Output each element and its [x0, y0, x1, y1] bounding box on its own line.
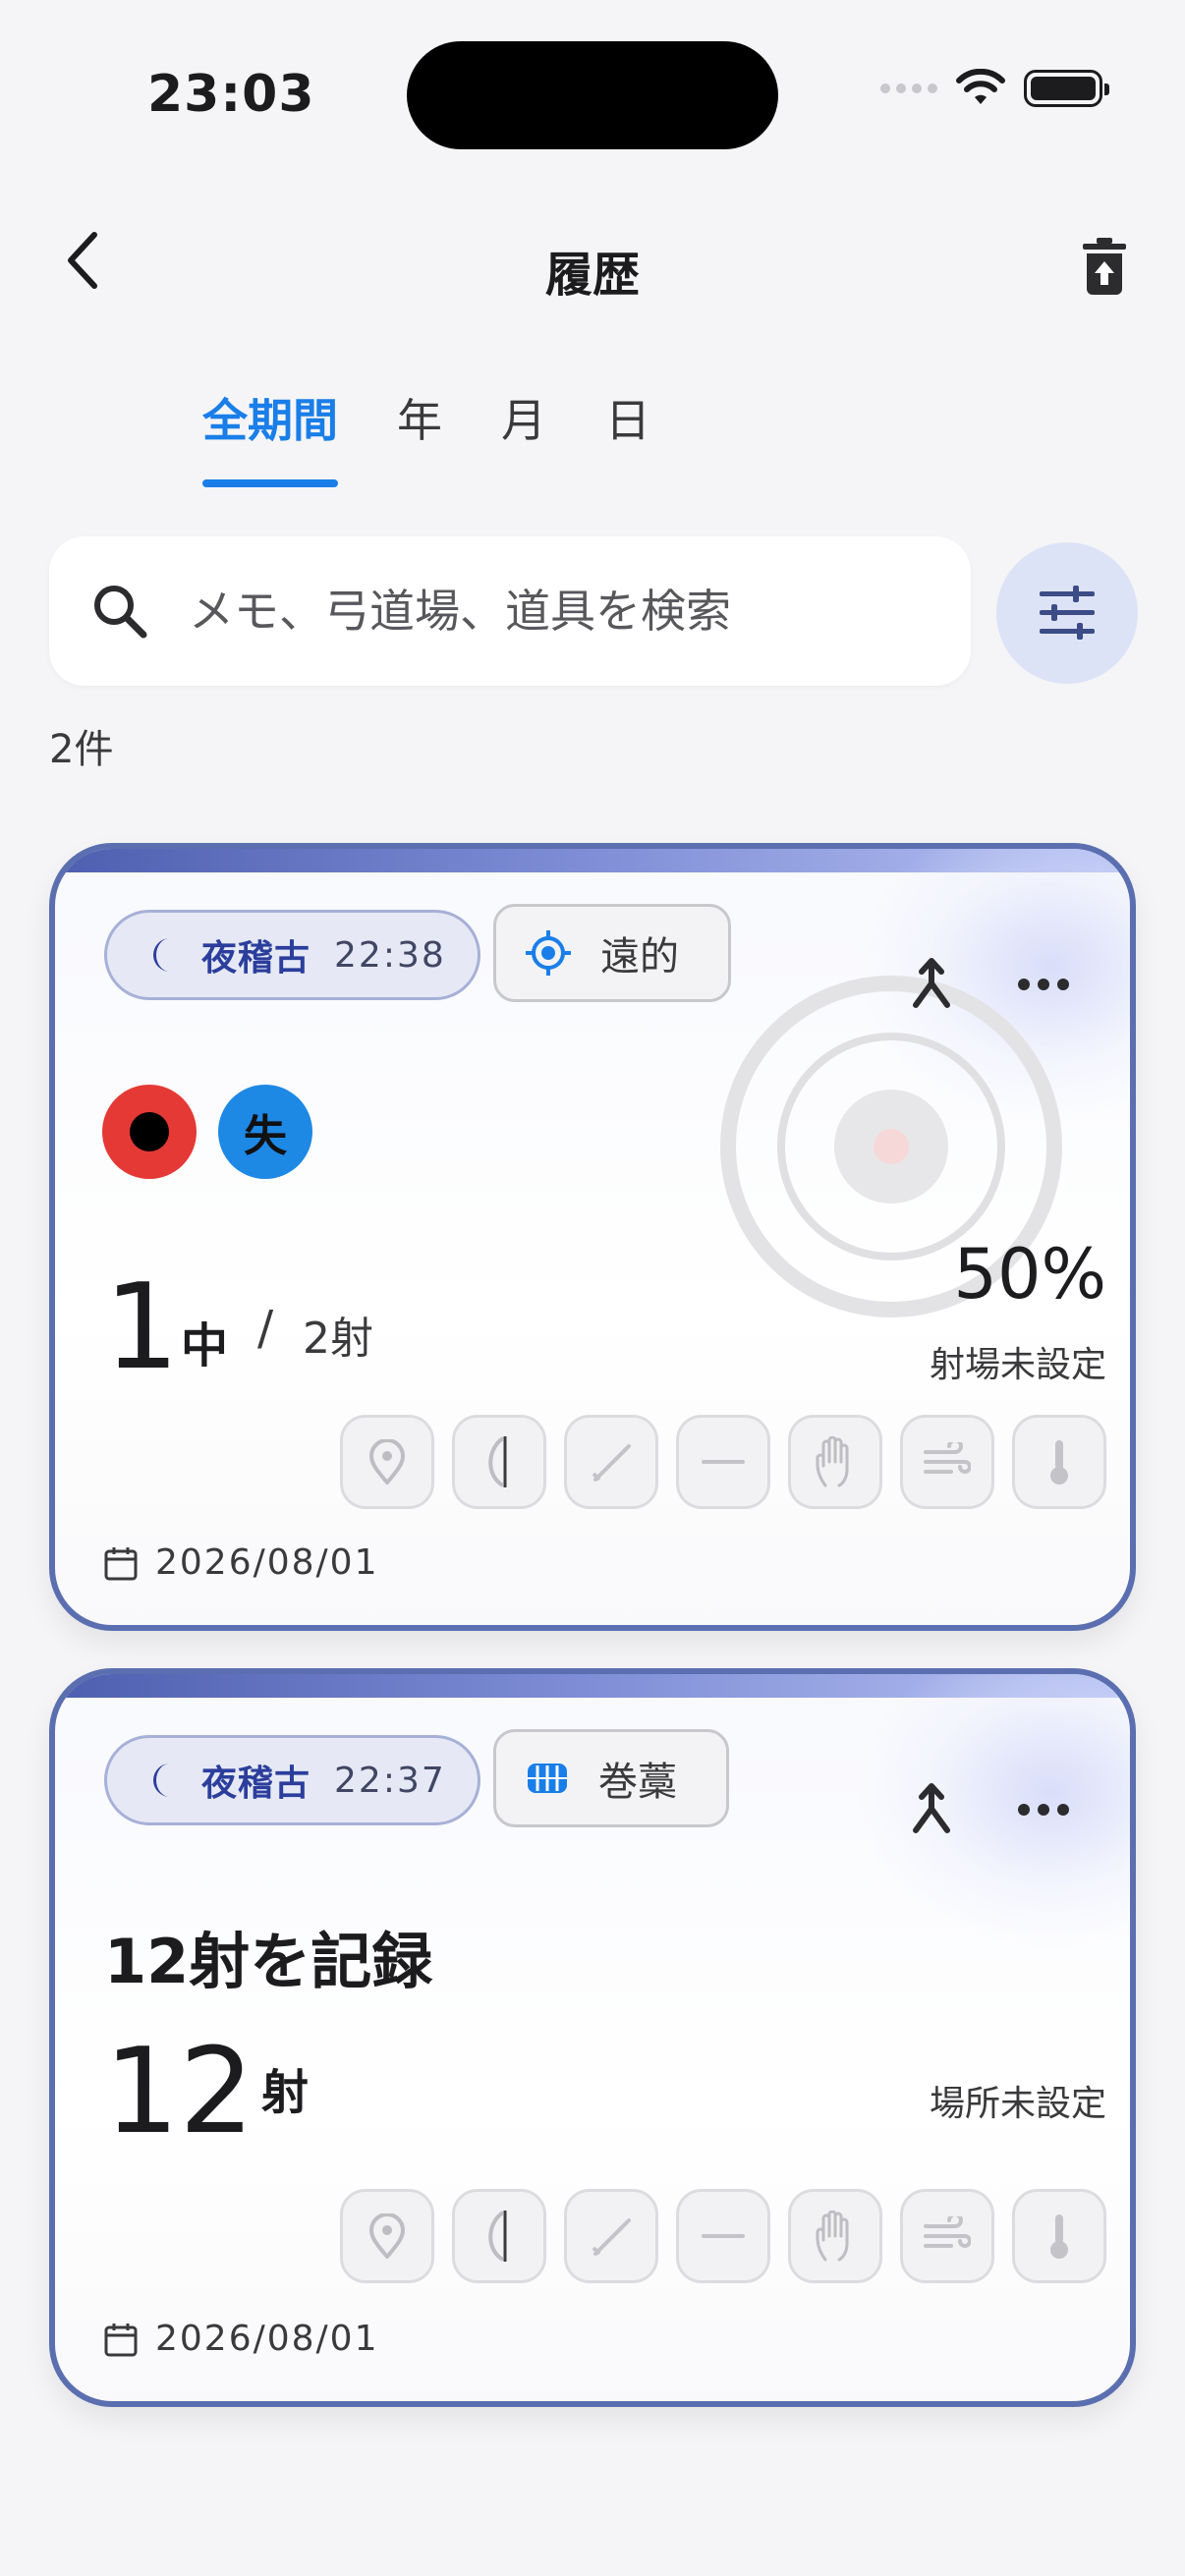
merge-button[interactable] — [892, 1770, 971, 1849]
shot-count: 12 — [104, 2024, 254, 2160]
total-shots: 2射 — [303, 1314, 373, 1364]
tab-all-period[interactable]: 全期間 — [173, 385, 367, 493]
ellipsis-icon — [1018, 1804, 1069, 1816]
location-icon[interactable] — [340, 1415, 434, 1509]
equipment-row — [340, 1415, 1106, 1509]
shot-unit: 射 — [261, 2065, 310, 2120]
location-icon[interactable] — [340, 2189, 434, 2283]
tab-month[interactable]: 月 — [472, 385, 576, 493]
string-icon[interactable] — [676, 2189, 770, 2283]
shot-miss: 失 — [218, 1085, 312, 1179]
thermometer-icon[interactable] — [1012, 2189, 1106, 2283]
moon-icon — [146, 1762, 180, 1799]
target-icon — [526, 930, 571, 976]
record-card[interactable]: 夜稽古 22:38 遠的 失 1 中 / 2射 50% 射場未設定 2026/0… — [49, 843, 1136, 1631]
thermometer-icon[interactable] — [1012, 1415, 1106, 1509]
record-date: 2026/08/01 — [104, 2319, 379, 2359]
period-tabs: 全期間 年 月 日 — [173, 385, 680, 493]
delete-all-button[interactable] — [1073, 232, 1136, 301]
arrow-icon[interactable] — [564, 1415, 658, 1509]
search-input[interactable] — [189, 585, 916, 638]
place-label: 射場未設定 — [929, 1345, 1106, 1385]
hit-rate: 50% — [953, 1234, 1106, 1315]
record-date-text: 2026/08/01 — [155, 1542, 379, 1583]
search-bar — [49, 536, 971, 686]
wifi-icon — [956, 69, 1005, 104]
string-icon[interactable] — [676, 1415, 770, 1509]
calendar-icon — [104, 1545, 138, 1581]
result-count: 2件 — [49, 727, 114, 772]
merge-button[interactable] — [892, 945, 971, 1024]
status-time: 23:03 — [147, 65, 315, 124]
wind-icon[interactable] — [900, 2189, 994, 2283]
shot-hit — [102, 1085, 197, 1179]
hit-unit: 中 — [181, 1318, 229, 1373]
search-icon — [86, 578, 153, 644]
mode-label: 遠的 — [600, 934, 679, 980]
hit-dot-icon — [130, 1112, 169, 1151]
record-card[interactable]: 夜稽古 22:37 巻藁 12射を記録 12 射 場所未設定 2026/08/0… — [49, 1668, 1136, 2407]
more-options-button[interactable] — [1004, 1770, 1083, 1849]
status-icons — [880, 69, 1109, 108]
session-time: 22:37 — [334, 1760, 446, 1801]
makiwara-icon — [526, 1762, 569, 1795]
merge-icon — [913, 1783, 950, 1833]
trash-icon — [1083, 238, 1126, 295]
wind-icon[interactable] — [900, 1415, 994, 1509]
moon-icon — [146, 936, 180, 974]
arrow-icon[interactable] — [564, 2189, 658, 2283]
glove-icon[interactable] — [788, 1415, 882, 1509]
mode-chip: 巻藁 — [493, 1729, 729, 1827]
hit-count: 1 — [104, 1260, 180, 1396]
bow-icon[interactable] — [452, 1415, 546, 1509]
session-label: 夜稽古 — [201, 1764, 311, 1804]
merge-icon — [913, 958, 950, 1008]
cellular-signal-icon — [880, 84, 937, 93]
equipment-row — [340, 2189, 1106, 2283]
page-title: 履歴 — [544, 248, 640, 303]
session-chip: 夜稽古 22:37 — [104, 1735, 480, 1825]
record-date: 2026/08/01 — [104, 1542, 379, 1583]
session-chip: 夜稽古 22:38 — [104, 910, 480, 1000]
more-options-button[interactable] — [1004, 945, 1083, 1024]
place-label: 場所未設定 — [929, 2084, 1106, 2124]
session-label: 夜稽古 — [201, 938, 311, 979]
battery-icon — [1024, 70, 1109, 107]
sliders-icon — [1040, 586, 1095, 640]
mode-label: 巻藁 — [598, 1760, 677, 1805]
tab-day[interactable]: 日 — [576, 385, 680, 493]
glove-icon[interactable] — [788, 2189, 882, 2283]
mode-chip: 遠的 — [493, 904, 731, 1002]
separator: / — [257, 1301, 274, 1356]
tab-year[interactable]: 年 — [367, 385, 472, 493]
calendar-icon — [104, 2322, 138, 2357]
dynamic-island — [407, 41, 778, 149]
bow-icon[interactable] — [452, 2189, 546, 2283]
record-title: 12射を記録 — [104, 1926, 433, 1997]
ellipsis-icon — [1018, 979, 1069, 990]
filter-button[interactable] — [996, 542, 1138, 684]
session-time: 22:38 — [334, 934, 446, 976]
record-date-text: 2026/08/01 — [155, 2319, 379, 2359]
